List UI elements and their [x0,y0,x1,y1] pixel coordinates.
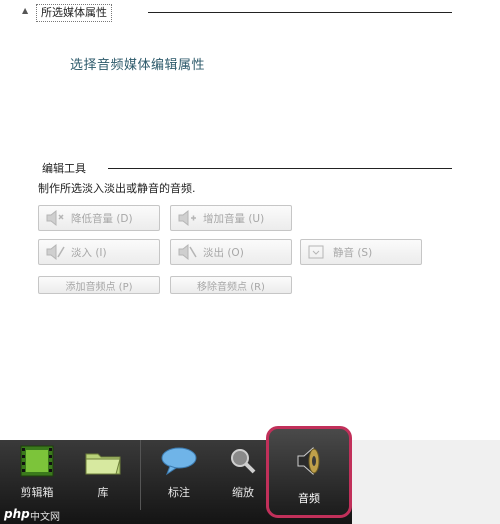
watermark-text: 中文网 [30,512,60,523]
toolbar-audio-label: 音频 [298,492,320,505]
fade-out-label: 淡出 (O) [203,246,244,259]
speech-bubble-icon [160,442,198,480]
toolbar-callout[interactable]: 标注 [146,442,212,506]
mute-label: 静音 (S) [333,246,373,259]
properties-header: ▲ 所选媒体属性 [22,4,452,22]
magnifier-icon [227,442,259,480]
raise-volume-label: 增加音量 (U) [203,212,265,225]
watermark-logo: php [4,507,30,521]
mute-icon [305,241,329,263]
remove-audio-point-button[interactable]: 移除音频点 (R) [170,276,292,294]
toolbar-library-label: 库 [97,486,109,499]
edit-tools-description: 制作所选淡入淡出或静音的音频. [38,182,196,195]
lower-volume-button[interactable]: 降低音量 (D) [38,205,160,231]
toolbar-zoom-label: 缩放 [232,486,254,499]
lower-volume-label: 降低音量 (D) [71,212,133,225]
toolbar-callout-label: 标注 [168,486,190,499]
speaker-icon [292,445,326,480]
toolbar-separator [140,440,141,510]
edit-tools-divider [108,168,452,169]
toolbar-audio[interactable]: 音频 [266,426,352,518]
fade-in-icon [43,241,67,263]
volume-down-icon [43,207,67,229]
fade-in-button[interactable]: 淡入 (I) [38,239,160,265]
properties-body-text: 选择音频媒体编辑属性 [70,58,206,73]
raise-volume-button[interactable]: 增加音量 (U) [170,205,292,231]
mute-button[interactable]: 静音 (S) [300,239,422,265]
edit-tools-title: 编辑工具 [42,162,86,175]
toolbar-library[interactable]: 库 [70,442,136,506]
toolbar-clip-bin-label: 剪辑箱 [20,486,54,499]
add-audio-point-button[interactable]: 添加音频点 (P) [38,276,160,294]
fade-out-icon [175,241,199,263]
properties-divider [148,12,452,13]
folder-icon [84,442,122,480]
collapse-caret-icon[interactable]: ▲ [22,6,28,15]
volume-up-icon [175,207,199,229]
fade-in-label: 淡入 (I) [71,246,107,259]
properties-title: 所选媒体属性 [36,4,112,22]
toolbar-clip-bin[interactable]: 剪辑箱 [4,442,70,506]
film-icon [20,442,54,480]
fade-out-button[interactable]: 淡出 (O) [170,239,292,265]
watermark-area [352,440,500,524]
